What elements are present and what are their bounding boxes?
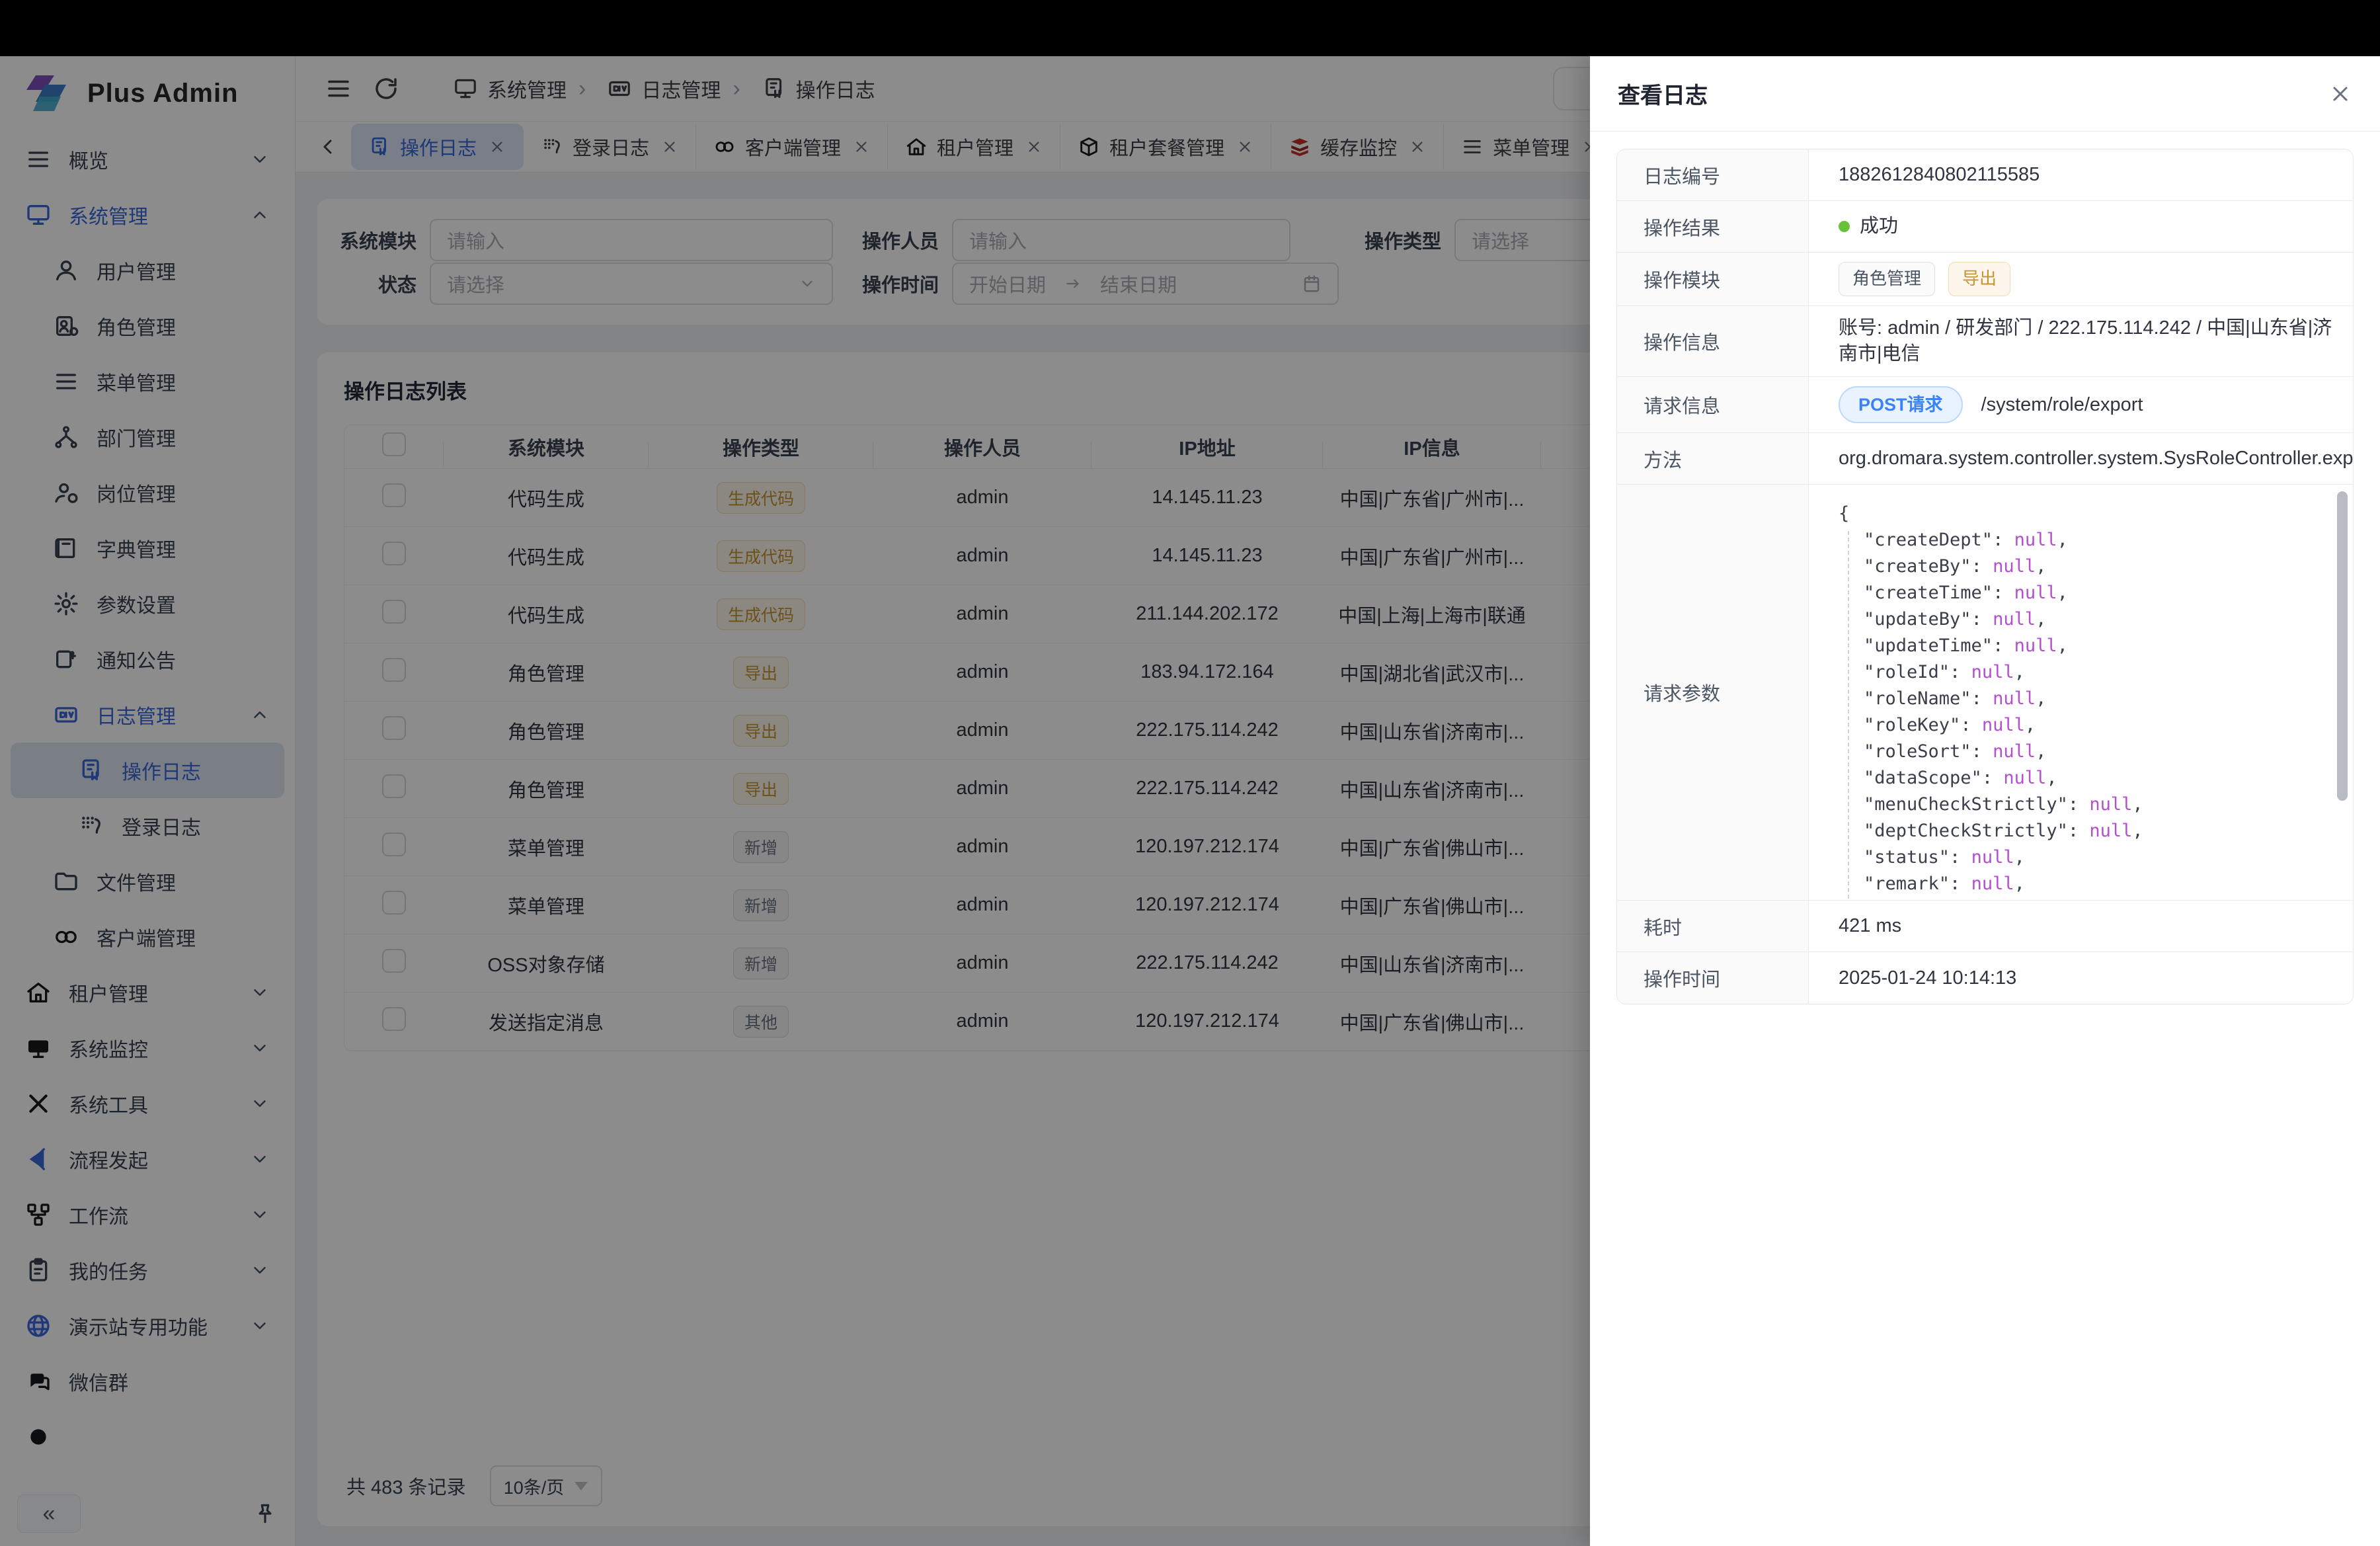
json-key: "dataScope" [1864,768,1982,788]
screen: Plus Admin 概览 系统管理 用户管理 [0,0,2380,1546]
json-null-value: null [2014,583,2057,603]
detail-row-time: 操作时间 2025-01-24 10:14:13 [1617,952,2353,1004]
json-key: "roleId" [1864,662,1950,682]
field-label: 操作模块 [1617,253,1809,305]
operation-info-value: 账号: admin / 研发部门 / 222.175.114.242 / 中国|… [1809,306,2353,376]
json-null-value: null [1971,847,2014,868]
json-key: "remark" [1864,874,1950,894]
detail-row-cost: 耗时 421 ms [1617,901,2353,952]
code-scrollbar-track [2337,491,2348,888]
request-url: /system/role/export [1981,392,2143,418]
detail-row-method: 方法 org.dromara.system.controller.system.… [1617,433,2353,485]
json-null-value: null [2014,635,2057,656]
json-key: "createBy" [1864,556,1971,577]
json-code-block: { "createDept": null,"createBy": null,"c… [1839,501,2143,897]
success-dot-icon [1839,221,1850,232]
json-line: "menuCheckStrictly": null, [1839,792,2143,818]
json-key: "createTime" [1864,583,1993,603]
json-open-brace: { [1839,501,2143,527]
json-line: "createDept": null, [1839,527,2143,553]
json-key: "updateTime" [1864,635,1993,656]
drawer-title: 查看日志 [1618,77,1708,110]
log-detail-drawer: 查看日志 日志编号 1882612840802115585 操作结果 成功 操作… [1590,56,2380,1546]
method-value: org.dromara.system.controller.system.Sys… [1809,433,2353,484]
cost-value: 421 ms [1809,901,2353,952]
json-null-value: null [2014,530,2057,550]
code-scrollbar-thumb[interactable] [2337,491,2348,801]
json-null-value: null [1993,556,2036,577]
json-null-value: null [1993,609,2036,630]
field-label: 操作信息 [1617,306,1809,376]
json-line: "createTime": null, [1839,580,2143,606]
modal-mask[interactable] [0,56,1590,1546]
detail-row-module: 操作模块 角色管理 导出 [1617,253,2353,306]
json-key: "roleKey" [1864,715,1960,735]
json-null-value: null [1971,874,2014,894]
json-lines: "createDept": null,"createBy": null,"cre… [1839,527,2143,897]
json-line: "roleKey": null, [1839,712,2143,739]
json-line: "roleName": null, [1839,686,2143,712]
json-line: "updateTime": null, [1839,633,2143,659]
field-label: 操作结果 [1617,201,1809,252]
detail-row-request: 请求信息 POST请求 /system/role/export [1617,377,2353,433]
export-badge: 导出 [1948,262,2010,296]
field-label: 耗时 [1617,901,1809,952]
detail-row-id: 日志编号 1882612840802115585 [1617,149,2353,201]
field-label: 请求参数 [1617,485,1809,900]
json-null-value: null [1971,662,2014,682]
drawer-header: 查看日志 [1590,56,2380,132]
drawer-body: 日志编号 1882612840802115585 操作结果 成功 操作模块 角色… [1590,132,2380,1022]
json-key: "roleName" [1864,688,1971,709]
result-value: 成功 [1860,214,1898,239]
json-null-value: null [2089,821,2132,841]
json-null-value: null [2089,794,2132,815]
field-label: 请求信息 [1617,377,1809,432]
detail-row-result: 操作结果 成功 [1617,201,2353,253]
json-null-value: null [1993,688,2036,709]
json-key: "roleSort" [1864,741,1971,762]
detail-row-info: 操作信息 账号: admin / 研发部门 / 222.175.114.242 … [1617,306,2353,377]
json-line: "dataScope": null, [1839,765,2143,792]
log-id-value: 1882612840802115585 [1809,149,2353,200]
field-label: 方法 [1617,433,1809,484]
json-line: "remark": null, [1839,871,2143,897]
json-key: "menuCheckStrictly" [1864,794,2068,815]
log-detail-table: 日志编号 1882612840802115585 操作结果 成功 操作模块 角色… [1616,149,2354,1004]
field-label: 日志编号 [1617,149,1809,200]
json-null-value: null [1993,741,2036,762]
json-key: "createDept" [1864,530,1993,550]
json-line: "deptCheckStrictly": null, [1839,818,2143,844]
json-line: "updateBy": null, [1839,606,2143,633]
json-null-value: null [1982,715,2025,735]
json-line: "roleId": null, [1839,659,2143,686]
module-badge: 角色管理 [1839,262,1935,296]
field-label: 操作时间 [1617,952,1809,1004]
operation-time-value: 2025-01-24 10:14:13 [1809,952,2353,1004]
window-top-strip [0,0,2380,56]
json-line: "createBy": null, [1839,553,2143,580]
json-line: "roleSort": null, [1839,739,2143,765]
json-null-value: null [2003,768,2046,788]
indent-guide [1848,531,1849,899]
json-key: "updateBy" [1864,609,1971,630]
json-key: "status" [1864,847,1950,868]
close-icon[interactable] [2328,82,2352,106]
request-params-code: { "createDept": null,"createBy": null,"c… [1809,485,2353,900]
detail-row-params: 请求参数 { "createDept": null,"createBy": nu… [1617,485,2353,901]
json-line: "status": null, [1839,844,2143,871]
json-key: "deptCheckStrictly" [1864,821,2068,841]
post-method-badge: POST请求 [1839,386,1963,423]
